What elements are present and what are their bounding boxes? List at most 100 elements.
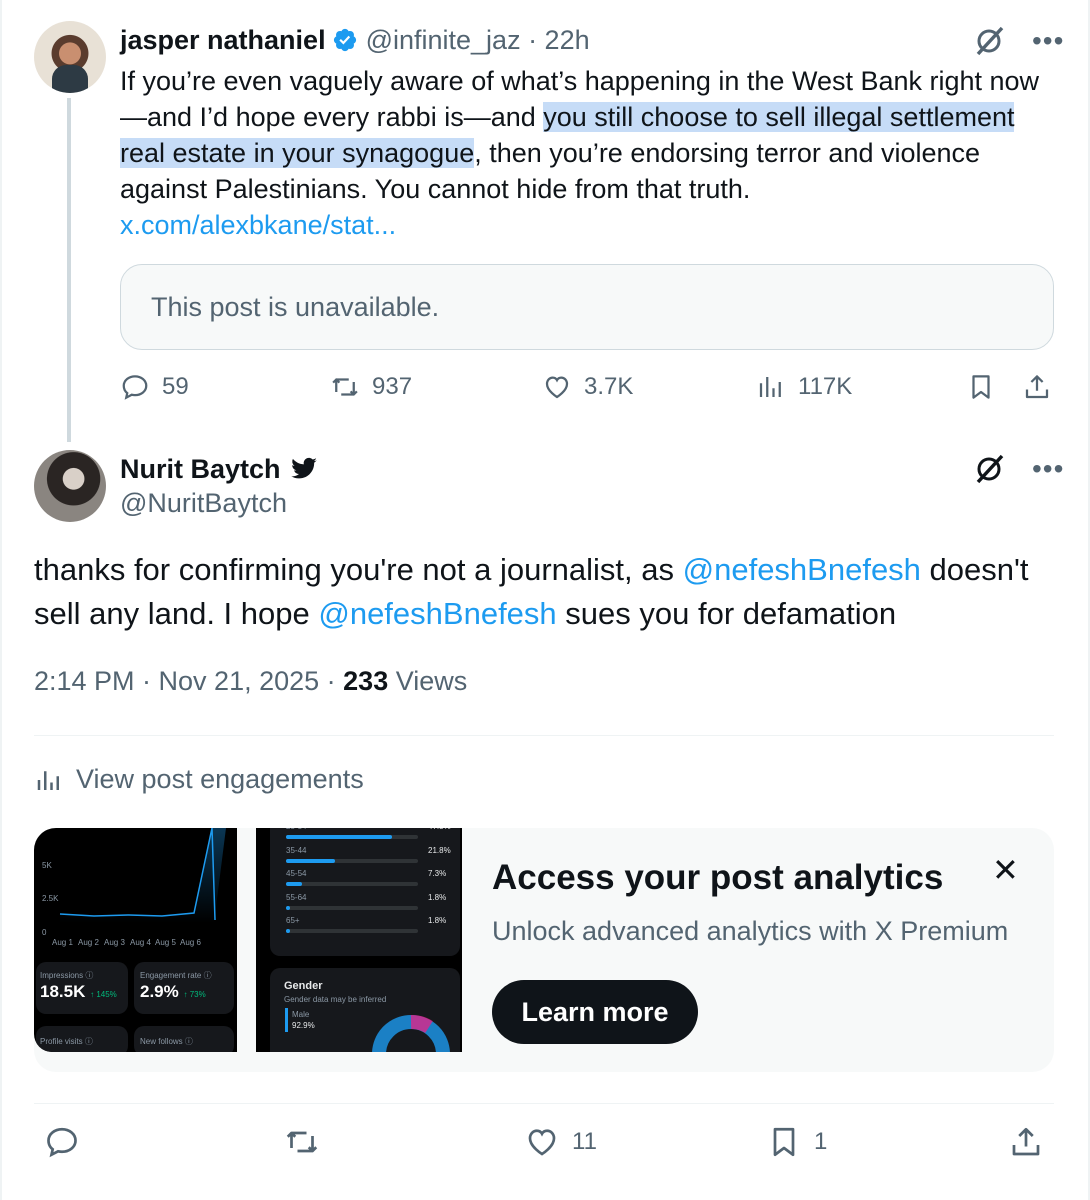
views-button[interactable]: 117K [756, 372, 852, 402]
tweet-link[interactable]: x.com/alexbkane/stat... [120, 210, 396, 240]
analytics-icon [759, 377, 781, 397]
tweet-header: Nurit Baytch [120, 452, 319, 486]
engagement-number: 2.9% [140, 982, 179, 1001]
avatar[interactable] [34, 450, 106, 522]
profile-visits-label: Profile visits ⓘ [40, 1037, 93, 1046]
mention-link[interactable]: @nefeshBnefesh [318, 596, 556, 631]
like-button[interactable]: 3.7K [542, 372, 633, 402]
tweet-text-part: sues you for defamation [556, 596, 897, 631]
bookmark-icon [972, 375, 990, 399]
display-name[interactable]: jasper nathaniel [120, 25, 326, 56]
analytics-icon [37, 770, 59, 790]
timestamp-row: 2:14 PM · Nov 21, 2025 · 233 Views [34, 666, 467, 697]
x-tick: Aug 5 [155, 938, 176, 947]
impressions-chart [59, 828, 226, 923]
share-button[interactable] [1008, 1124, 1044, 1160]
impressions-change: ↑ 145% [90, 990, 117, 999]
like-count: 3.7K [584, 373, 634, 400]
handle[interactable]: @NuritBaytch [120, 488, 287, 519]
repost-icon [286, 1131, 318, 1153]
share-icon [1012, 1127, 1040, 1156]
x-tick: Aug 4 [130, 938, 151, 947]
bookmark-button[interactable] [966, 372, 996, 402]
reply-button[interactable]: 59 [120, 372, 189, 402]
mention-link[interactable]: @nefeshBnefesh [683, 552, 921, 587]
promo-title: Access your post analytics [492, 858, 944, 897]
age-bar [286, 905, 291, 910]
impressions-label: Impressions ⓘ [40, 971, 94, 980]
more-options-icon[interactable]: ••• [1032, 455, 1064, 483]
tweet-text-part: thanks for confirming you're not a journ… [34, 552, 683, 587]
more-options-icon[interactable]: ••• [1032, 27, 1064, 55]
gender-donut [372, 1015, 450, 1052]
reply-button[interactable] [44, 1124, 80, 1160]
x-tick: Aug 6 [180, 938, 201, 947]
unavailable-message: This post is unavailable. [151, 291, 440, 322]
timestamp[interactable]: 2:14 PM · Nov 21, 2025 · [34, 666, 343, 696]
age-label: 55-64 [286, 892, 307, 902]
share-button[interactable] [1022, 372, 1052, 402]
bookmark-icon [773, 1127, 795, 1157]
reply-icon [122, 375, 148, 400]
repost-count: 937 [372, 373, 413, 400]
male-value: 92.9% [292, 1021, 315, 1030]
like-button[interactable]: 11 [524, 1124, 597, 1160]
x-tick: Aug 3 [104, 938, 125, 947]
tweet-text: If you’re even vaguely aware of what’s h… [120, 63, 1050, 243]
age-label: 35-44 [286, 845, 307, 855]
action-bar: 59 937 3.7K 117K [120, 372, 1060, 412]
analytics-promo-card: 5K 2.5K 0 Aug 1 Aug 2 Aug 3 Aug 4 Aug 5 … [34, 828, 1054, 1072]
thread-line [67, 98, 71, 442]
age-bar-track [286, 882, 418, 886]
x-tick: Aug 2 [78, 938, 99, 947]
twitter-bird-icon [290, 457, 317, 479]
repost-button[interactable] [284, 1124, 320, 1160]
engagement-value: 2.9% ↑ 73% [140, 982, 206, 1002]
bookmark-button[interactable]: 1 [766, 1124, 827, 1160]
learn-more-button[interactable]: Learn more [492, 980, 698, 1044]
y-tick: 5K [42, 861, 52, 870]
heart-icon [545, 376, 569, 399]
male-marker [285, 1008, 288, 1032]
action-bar: 11 1 [34, 1124, 1054, 1170]
avatar[interactable] [34, 21, 106, 93]
divider [34, 735, 1054, 736]
gender-subtitle: Gender data may be inferred [284, 995, 387, 1004]
promo-subtitle: Unlock advanced analytics with X Premium [492, 916, 1009, 946]
handle-and-time[interactable]: @infinite_jaz · 22h [366, 25, 590, 56]
display-name[interactable]: Nurit Baytch [120, 454, 281, 485]
grok-icon[interactable] [972, 452, 1006, 486]
reply-count: 59 [162, 373, 189, 400]
main-tweet-text: thanks for confirming you're not a journ… [34, 548, 1064, 636]
tweet-top-actions: ••• [972, 452, 1064, 486]
new-follows-label: New follows ⓘ [140, 1037, 193, 1046]
age-value: 47.3% [428, 828, 451, 831]
y-tick: 0 [42, 928, 47, 937]
impressions-number: 18.5K [40, 982, 86, 1001]
age-label: 25-34 [286, 828, 306, 831]
age-label: 65+ [286, 916, 300, 925]
age-value: 1.8% [428, 892, 447, 902]
engagements-label: View post engagements [76, 764, 364, 794]
age-bar-track [286, 929, 418, 933]
views-count: 233 [343, 666, 389, 696]
parent-tweet[interactable]: jasper nathaniel @infinite_jaz · 22h •••… [0, 0, 1090, 442]
engagement-change: ↑ 73% [183, 990, 206, 999]
y-tick: 2.5K [42, 894, 59, 903]
age-label: 45-54 [286, 869, 307, 878]
impressions-value: 18.5K ↑ 145% [40, 982, 117, 1002]
reply-icon [47, 1127, 77, 1158]
repost-button[interactable]: 937 [330, 372, 412, 402]
age-value: 7.3% [428, 869, 447, 878]
age-value: 21.8% [428, 845, 451, 855]
view-engagements-link[interactable]: View post engagements [34, 764, 364, 795]
close-icon[interactable]: ✕ [992, 854, 1019, 886]
age-bar [286, 835, 393, 839]
bookmark-count: 1 [814, 1128, 828, 1155]
like-count: 11 [572, 1128, 597, 1155]
grok-icon[interactable] [972, 24, 1006, 58]
tweet-top-actions: ••• [972, 24, 1064, 58]
age-value: 1.8% [428, 916, 447, 925]
quoted-post-card[interactable]: This post is unavailable. [120, 264, 1054, 350]
share-icon [1025, 375, 1049, 399]
